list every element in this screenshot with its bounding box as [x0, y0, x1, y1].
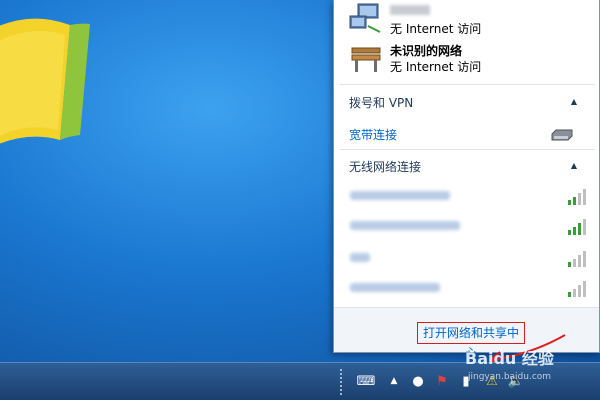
network-status: 无 Internet 访问	[390, 22, 482, 36]
wireless-section-heading: 无线网络连接	[349, 160, 422, 174]
wireless-network-item[interactable]	[348, 278, 588, 298]
wireless-name-redacted	[350, 253, 370, 262]
network-name-redacted	[390, 5, 430, 15]
signal-strength-icon	[568, 251, 586, 267]
divider	[340, 149, 595, 150]
wireless-name-redacted	[350, 283, 440, 292]
watermark-url: jingyan.baidu.com	[468, 372, 552, 382]
network-item[interactable]: 未识别的网络 无 Internet 访问	[348, 40, 588, 76]
signal-strength-icon	[568, 189, 586, 205]
network-status: 无 Internet 访问	[390, 60, 482, 74]
watermark-brand: Baidu 经验	[465, 349, 554, 368]
windows-logo-icon	[0, 18, 90, 144]
network-name: 未识别的网络	[390, 44, 463, 58]
qq-icon[interactable]: ●	[408, 371, 428, 391]
action-center-flag-icon[interactable]: ⚑	[432, 371, 452, 391]
computer-network-icon	[349, 3, 381, 33]
collapse-chevron-icon[interactable]: ▲	[571, 161, 577, 170]
signal-strength-icon	[568, 219, 586, 235]
signal-strength-icon	[568, 281, 586, 297]
wireless-name-redacted	[350, 221, 460, 230]
keyboard-icon[interactable]: ⌨	[356, 371, 376, 391]
taskbar-grip[interactable]	[340, 369, 346, 395]
divider	[340, 84, 595, 85]
modem-icon	[551, 129, 573, 141]
bench-network-icon	[351, 47, 381, 72]
dialup-section-heading: 拨号和 VPN	[349, 96, 414, 110]
network-item[interactable]: 无 Internet 访问	[348, 2, 588, 38]
show-hidden-icons-icon[interactable]: ▲	[384, 371, 404, 391]
wireless-name-redacted	[350, 191, 450, 200]
network-flyout-panel: 无 Internet 访问 未识别的网络 无 Internet 访问 拨号和 V…	[333, 0, 600, 360]
broadband-connection-link[interactable]: 宽带连接	[349, 126, 397, 143]
wireless-network-item[interactable]	[348, 186, 588, 206]
wireless-network-item[interactable]	[348, 248, 588, 268]
collapse-chevron-icon[interactable]: ▲	[571, 97, 577, 106]
wireless-network-item[interactable]	[348, 216, 588, 236]
